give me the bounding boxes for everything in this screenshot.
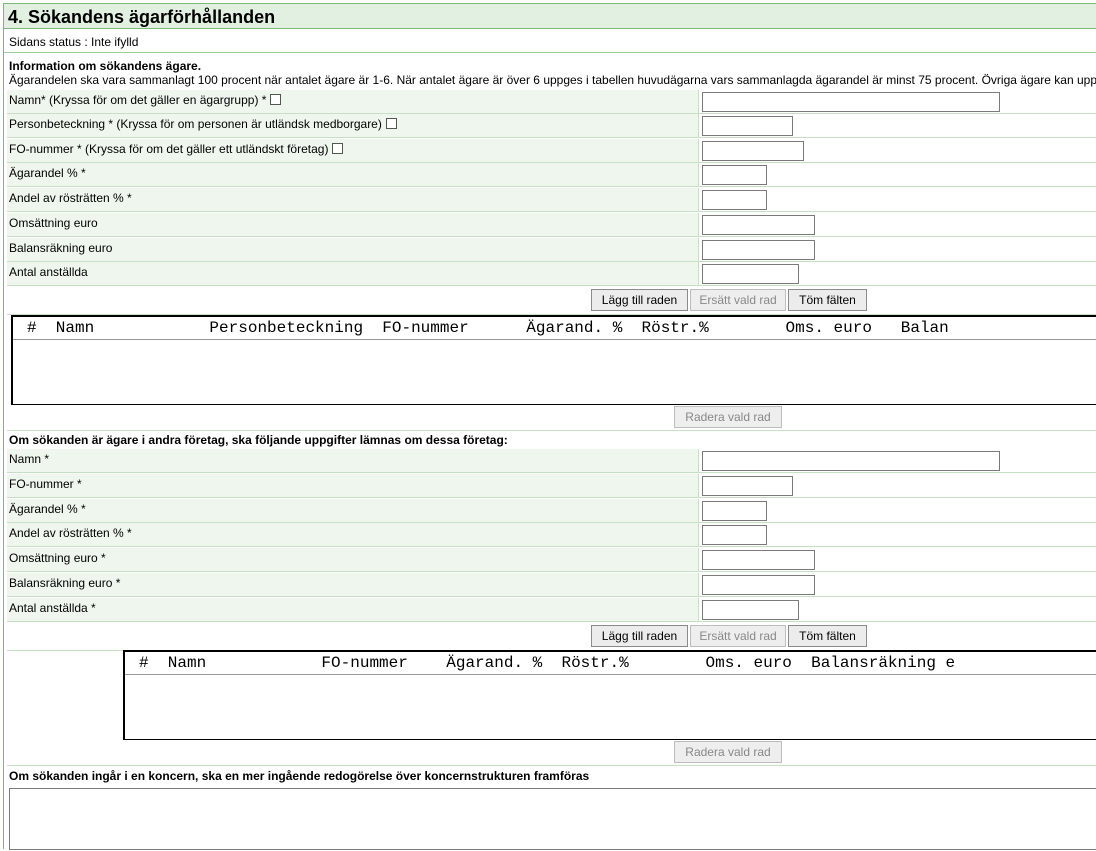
owner-business-id-row: FO-nummer * (Kryssa för om det gäller et…: [7, 139, 1096, 163]
clear-company-fields-button[interactable]: Töm fälten: [788, 625, 867, 647]
divider: [4, 52, 1096, 53]
owner-employees-label: Antal anställda: [7, 262, 699, 285]
owner-name-label: Namn* (Kryssa för om det gäller en ägarg…: [9, 93, 267, 107]
owner-turnover-row: Omsättning euro: [7, 213, 1096, 237]
company-balance-row: Balansräkning euro *: [7, 573, 1096, 597]
company-ownership-row: Ägarandel % *: [7, 499, 1096, 523]
owners-list[interactable]: # Namn Personbeteckning FO-nummer Ägaran…: [11, 315, 1096, 405]
add-owner-row-button[interactable]: Lägg till raden: [591, 289, 688, 311]
company-turnover-input[interactable]: [702, 550, 815, 570]
delete-company-row-button[interactable]: Radera vald rad: [674, 741, 782, 763]
owner-delete-row: Radera vald rad: [7, 405, 1096, 431]
owner-personal-id-input[interactable]: [702, 116, 793, 136]
foreign-citizen-checkbox[interactable]: [385, 118, 397, 129]
owner-personal-id-label: Personbeteckning * (Kryssa för om person…: [9, 117, 382, 131]
replace-company-row-button[interactable]: Ersätt vald rad: [690, 625, 786, 647]
company-delete-row: Radera vald rad: [7, 740, 1096, 766]
company-employees-input[interactable]: [702, 600, 799, 620]
company-business-id-row: FO-nummer *: [7, 474, 1096, 498]
clear-owner-fields-button[interactable]: Töm fälten: [788, 289, 867, 311]
company-employees-row: Antal anställda *: [7, 598, 1096, 622]
companies-list[interactable]: # Namn FO-nummer Ägarand. % Röstr.% Oms.…: [123, 650, 1096, 740]
companies-list-header: # Namn FO-nummer Ägarand. % Röstr.% Oms.…: [125, 652, 1096, 675]
owner-voting-label: Andel av rösträtten % *: [7, 188, 699, 211]
company-employees-label: Antal anställda *: [7, 598, 699, 621]
company-button-row: Lägg till raden Ersätt vald rad Töm fält…: [7, 623, 1096, 651]
owner-employees-input[interactable]: [702, 264, 799, 284]
company-balance-label: Balansräkning euro *: [7, 573, 699, 596]
company-name-row: Namn *: [7, 449, 1096, 473]
owner-voting-row: Andel av rösträtten % *: [7, 188, 1096, 212]
company-balance-input[interactable]: [702, 575, 815, 595]
other-companies-intro: Om sökanden är ägare i andra företag, sk…: [9, 433, 508, 447]
page-status: Sidans status : Inte ifylld: [9, 35, 139, 49]
delete-owner-row-button[interactable]: Radera vald rad: [674, 406, 782, 428]
owner-group-checkbox[interactable]: [270, 94, 282, 105]
company-ownership-input[interactable]: [702, 501, 767, 521]
owner-balance-input[interactable]: [702, 240, 815, 260]
company-turnover-row: Omsättning euro *: [7, 548, 1096, 572]
company-voting-input[interactable]: [702, 525, 767, 545]
owner-employees-row: Antal anställda: [7, 262, 1096, 286]
owner-button-row: Lägg till raden Ersätt vald rad Töm fält…: [7, 287, 1096, 315]
owner-business-id-label: FO-nummer * (Kryssa för om det gäller et…: [9, 142, 329, 156]
company-business-id-input[interactable]: [702, 476, 793, 496]
owner-name-input[interactable]: [702, 92, 1000, 112]
owner-business-id-input[interactable]: [702, 141, 804, 161]
company-name-label: Namn *: [7, 449, 699, 472]
owner-ownership-row: Ägarandel % *: [7, 163, 1096, 187]
owner-name-row: Namn* (Kryssa för om det gäller en ägarg…: [7, 90, 1096, 114]
owner-ownership-label: Ägarandel % *: [7, 163, 699, 186]
owners-info-text: Ägarandelen ska vara sammanlagt 100 proc…: [9, 73, 1096, 87]
owner-balance-label: Balansräkning euro: [7, 238, 699, 261]
add-company-row-button[interactable]: Lägg till raden: [591, 625, 688, 647]
company-voting-row: Andel av rösträtten % *: [7, 523, 1096, 547]
owner-voting-input[interactable]: [702, 190, 767, 210]
owner-personal-id-row: Personbeteckning * (Kryssa för om person…: [7, 114, 1096, 138]
foreign-company-checkbox[interactable]: [332, 143, 344, 154]
owners-info-title: Information om sökandens ägare.: [9, 59, 202, 73]
company-name-input[interactable]: [702, 451, 1000, 471]
owner-balance-row: Balansräkning euro: [7, 238, 1096, 262]
replace-owner-row-button[interactable]: Ersätt vald rad: [690, 289, 786, 311]
company-voting-label: Andel av rösträtten % *: [7, 523, 699, 546]
company-ownership-label: Ägarandel % *: [7, 499, 699, 522]
owner-turnover-input[interactable]: [702, 215, 815, 235]
group-structure-intro: Om sökanden ingår i en koncern, ska en m…: [9, 769, 590, 783]
owner-turnover-label: Omsättning euro: [7, 213, 699, 236]
owners-list-header: # Namn Personbeteckning FO-nummer Ägaran…: [13, 317, 1096, 340]
section-title: 4. Sökandens ägarförhållanden: [3, 3, 1096, 29]
group-structure-textarea[interactable]: [9, 788, 1096, 850]
company-business-id-label: FO-nummer *: [7, 474, 699, 497]
owner-ownership-input[interactable]: [702, 165, 767, 185]
company-turnover-label: Omsättning euro *: [7, 548, 699, 571]
